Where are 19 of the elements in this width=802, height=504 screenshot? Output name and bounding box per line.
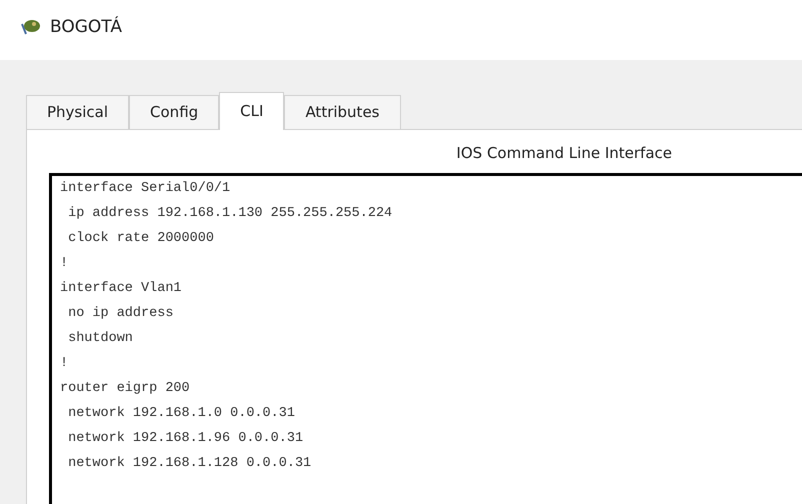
console-line: router eigrp 200 [60, 380, 191, 398]
console-line: network 192.168.1.0 0.0.0.31 [67, 404, 296, 422]
console-line: interface Vlan1 [60, 280, 183, 298]
console-line: ! [60, 354, 70, 372]
tab[interactable]: Physical [26, 95, 130, 129]
console-line: network 192.168.1.128 0.0.0.31 [67, 454, 312, 472]
terminal-console[interactable] [49, 172, 802, 504]
tab[interactable]: Config [129, 95, 220, 129]
cli-heading: IOS Command Line Interface [456, 143, 672, 164]
console-line: ip address 192.168.1.130 255.255.255.224 [67, 204, 394, 222]
tab[interactable]: CLI [219, 92, 284, 130]
console-line: no ip address [67, 304, 174, 322]
console-line: ! [60, 254, 70, 272]
console-line: clock rate 2000000 [67, 230, 215, 248]
window-title: BOGOTÁ [50, 15, 122, 40]
console-line: shutdown [67, 330, 134, 348]
console-line: network 192.168.1.96 0.0.0.31 [67, 430, 304, 448]
console-line: interface Serial0/0/1 [60, 180, 232, 198]
tab[interactable]: Attributes [284, 95, 400, 129]
